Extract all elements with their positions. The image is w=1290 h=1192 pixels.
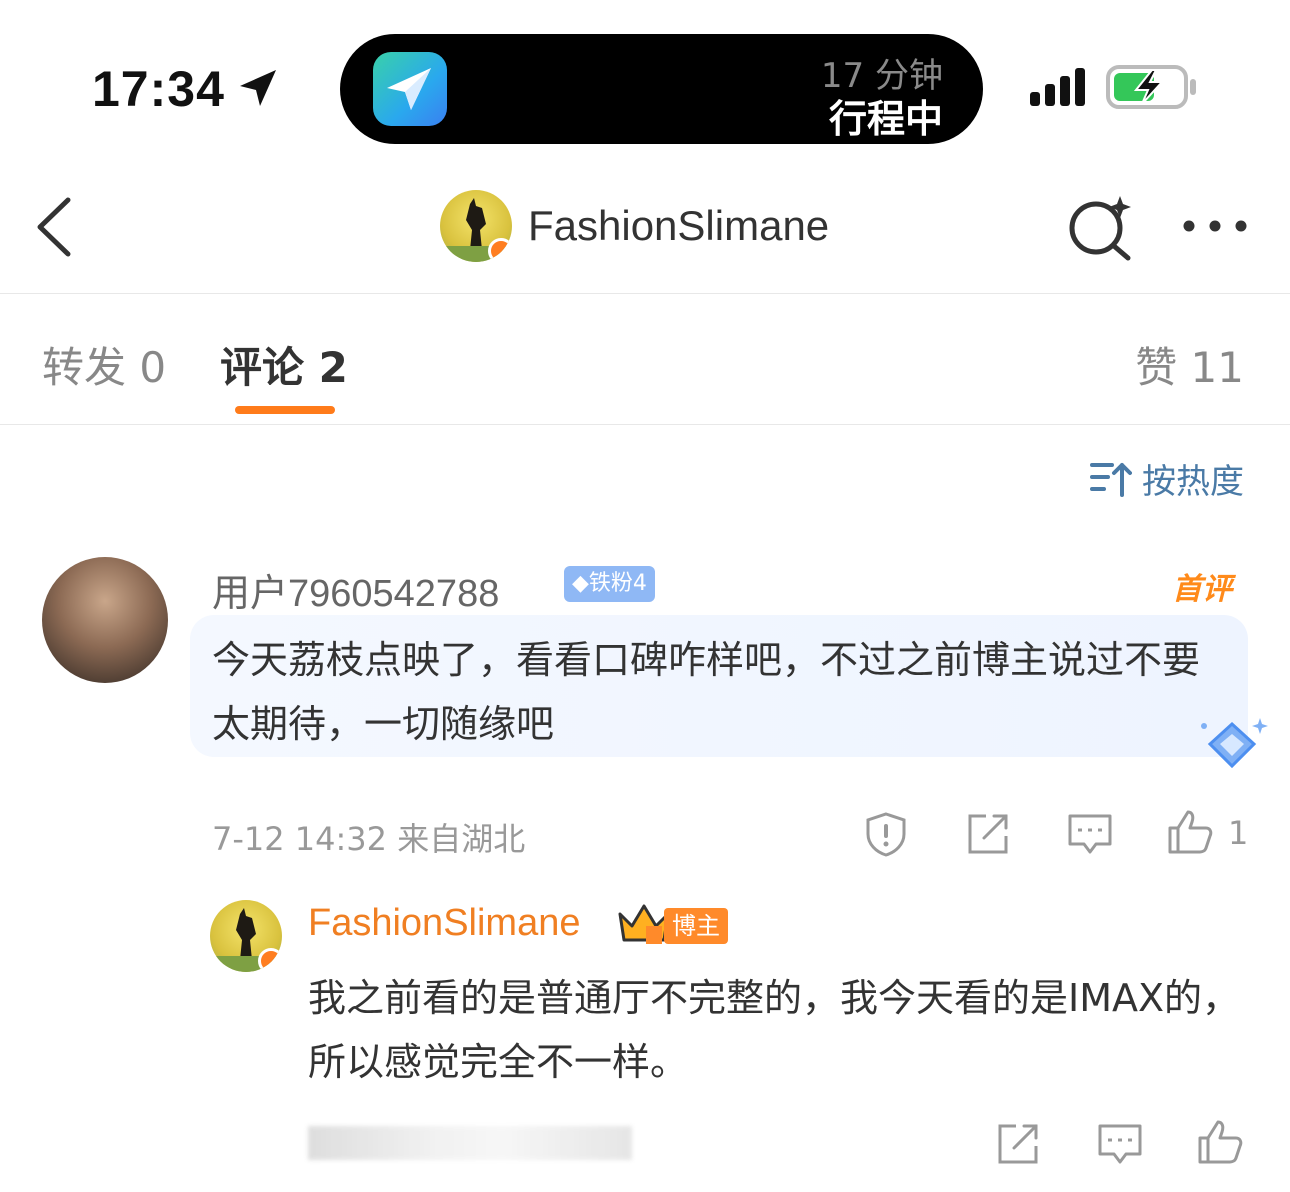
- comment-meta: 7-12 14:32 来自湖北: [212, 820, 526, 858]
- verified-badge: [488, 238, 512, 262]
- share-icon[interactable]: [994, 1120, 1042, 1168]
- sort-button[interactable]: 按热度: [1090, 454, 1244, 503]
- back-arrow-icon[interactable]: [30, 194, 80, 260]
- dynamic-island[interactable]: 17 分钟 行程中: [340, 34, 983, 144]
- first-comment-badge: 首评: [1172, 572, 1232, 607]
- sort-label: 按热度: [1142, 462, 1244, 502]
- blurred-meta: [308, 1126, 632, 1160]
- fan-badge[interactable]: ◆铁粉4: [564, 566, 655, 602]
- navigation-app-icon: [373, 52, 447, 126]
- sort-icon: [1090, 462, 1132, 497]
- header-divider: [0, 293, 1290, 294]
- author-avatar[interactable]: [440, 190, 512, 262]
- page-title: FashionSlimane: [528, 202, 830, 249]
- search-sparkle-icon[interactable]: [1066, 194, 1134, 262]
- tabs-divider: [0, 424, 1290, 425]
- trip-status: 行程中: [828, 97, 943, 141]
- reply-text[interactable]: 我之前看的是普通厅不完整的，我今天看的是IMAX的，所以感觉完全不一样。: [308, 966, 1248, 1094]
- commenter-avatar[interactable]: [42, 557, 168, 683]
- location-arrow-icon: [240, 70, 276, 106]
- tab-repost[interactable]: 转发 0: [42, 334, 166, 395]
- reply-comment-icon[interactable]: [1096, 1120, 1144, 1168]
- signal-icon: [1030, 68, 1085, 106]
- like-thumb-icon[interactable]: [1196, 1118, 1244, 1166]
- tab-like[interactable]: 赞 11: [1135, 334, 1244, 395]
- status-time: 17:34: [92, 61, 225, 117]
- active-tab-indicator: [235, 406, 335, 414]
- more-icon[interactable]: [1180, 212, 1250, 240]
- reply-author-name[interactable]: FashionSlimane: [308, 902, 580, 945]
- reply-author-avatar[interactable]: [210, 900, 282, 972]
- like-thumb-icon[interactable]: [1166, 808, 1214, 856]
- comment-text[interactable]: 今天荔枝点映了，看看口碑咋样吧，不过之前博主说过不要太期待，一切随缘吧: [212, 628, 1212, 756]
- tab-comment[interactable]: 评论 2: [220, 334, 348, 395]
- diamond-gem-icon: [1201, 718, 1268, 769]
- commenter-name[interactable]: 用户7960542788: [212, 562, 499, 617]
- verified-badge: [258, 948, 282, 972]
- report-shield-icon[interactable]: [862, 810, 910, 858]
- battery-charging-icon: [1106, 65, 1196, 109]
- share-icon[interactable]: [964, 810, 1012, 858]
- like-count: 1: [1228, 814, 1249, 852]
- reply-comment-icon[interactable]: [1066, 810, 1114, 858]
- host-badge: 博主: [664, 908, 728, 944]
